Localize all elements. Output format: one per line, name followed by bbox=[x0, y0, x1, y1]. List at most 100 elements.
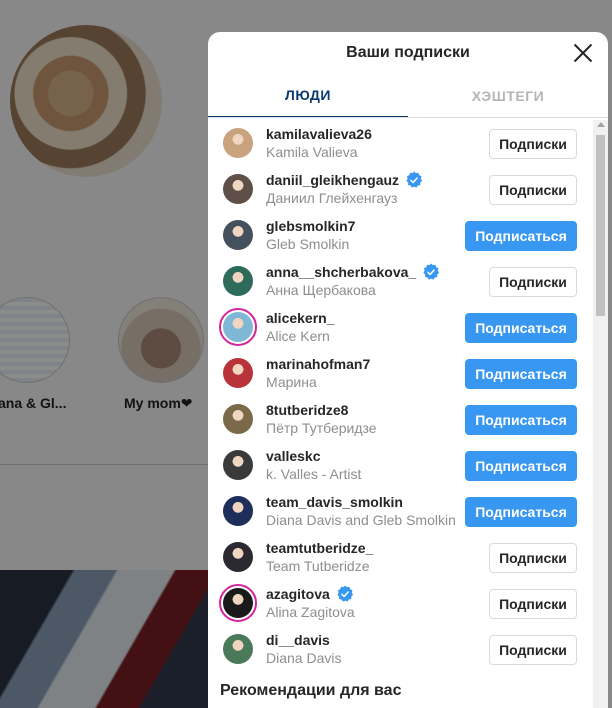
username-line: team_davis_smolkin bbox=[266, 493, 456, 511]
full-name: Анна Щербакова bbox=[266, 282, 376, 298]
modal-title: Ваши подписки bbox=[346, 44, 470, 61]
scrollbar-thumb[interactable] bbox=[596, 135, 605, 316]
full-name: k. Valles - Artist bbox=[266, 466, 362, 482]
avatar[interactable] bbox=[219, 308, 257, 346]
follow-button[interactable]: Подписаться bbox=[465, 451, 577, 481]
follow-button[interactable]: Подписаться bbox=[465, 497, 577, 527]
user-row[interactable]: azagitova Alina Zagitova Подписки bbox=[208, 580, 594, 626]
user-info: team_davis_smolkin Diana Davis and Gleb S… bbox=[266, 493, 456, 529]
full-name: Alina Zagitova bbox=[266, 604, 355, 620]
follow-button[interactable]: Подписаться bbox=[465, 405, 577, 435]
username[interactable]: marinahofman7 bbox=[266, 355, 370, 373]
story-highlight-2[interactable] bbox=[118, 297, 204, 383]
username[interactable]: anna__shcherbakova_ bbox=[266, 263, 416, 281]
username[interactable]: 8tutberidze8 bbox=[266, 401, 348, 419]
follow-button[interactable]: Подписаться bbox=[465, 313, 577, 343]
user-row[interactable]: alicekern_ Alice Kern Подписаться bbox=[208, 304, 594, 350]
verified-badge-icon bbox=[405, 171, 423, 189]
user-row[interactable]: glebsmolkin7 Gleb Smolkin Подписаться bbox=[208, 212, 594, 258]
following-list: kamilavalieva26 Kamila Valieva Подписки dan… bbox=[208, 120, 594, 672]
username[interactable]: di__davis bbox=[266, 631, 330, 649]
avatar[interactable] bbox=[223, 220, 253, 250]
full-name: Пётр Тутберидзе bbox=[266, 420, 377, 436]
post-thumbnail[interactable] bbox=[0, 570, 210, 708]
recommendations-title: Рекомендации для вас bbox=[220, 682, 402, 699]
username[interactable]: valleskc bbox=[266, 447, 321, 465]
avatar[interactable] bbox=[223, 128, 253, 158]
following-button[interactable]: Подписки bbox=[489, 589, 577, 619]
avatar[interactable] bbox=[223, 634, 253, 664]
story-highlight-1[interactable] bbox=[0, 297, 70, 383]
following-modal: Ваши подписки ЛЮДИ ХЭШТЕГИ kamilavalieva… bbox=[208, 32, 608, 708]
user-info: marinahofman7 Марина bbox=[266, 355, 370, 391]
user-info: alicekern_ Alice Kern bbox=[266, 309, 335, 345]
username-line: marinahofman7 bbox=[266, 355, 370, 373]
username-line: anna__shcherbakova_ bbox=[266, 263, 440, 281]
avatar[interactable] bbox=[223, 266, 253, 296]
username[interactable]: glebsmolkin7 bbox=[266, 217, 355, 235]
full-name: Даниил Глейхенгауз bbox=[266, 190, 398, 206]
username-line: teamtutberidze_ bbox=[266, 539, 373, 557]
tab-bar: ЛЮДИ ХЭШТЕГИ bbox=[208, 74, 608, 118]
avatar[interactable] bbox=[223, 404, 253, 434]
story-highlight-1-label: ana & Gl... bbox=[0, 395, 67, 411]
user-row[interactable]: daniil_gleikhengauz Даниил Глейхенгауз Под… bbox=[208, 166, 594, 212]
username[interactable]: alicekern_ bbox=[266, 309, 335, 327]
username[interactable]: daniil_gleikhengauz bbox=[266, 171, 399, 189]
user-row[interactable]: 8tutberidze8 Пётр Тутберидзе Подписаться bbox=[208, 396, 594, 442]
tab-people[interactable]: ЛЮДИ bbox=[208, 74, 408, 117]
user-info: azagitova Alina Zagitova bbox=[266, 585, 355, 621]
following-button[interactable]: Подписки bbox=[489, 543, 577, 573]
user-row[interactable]: anna__shcherbakova_ Анна Щербакова Подписк… bbox=[208, 258, 594, 304]
following-button[interactable]: Подписки bbox=[489, 129, 577, 159]
full-name: Gleb Smolkin bbox=[266, 236, 350, 252]
username-line: glebsmolkin7 bbox=[266, 217, 355, 235]
user-row[interactable]: marinahofman7 Марина Подписаться bbox=[208, 350, 594, 396]
user-info: teamtutberidze_ Team Tutberidze bbox=[266, 539, 373, 575]
username[interactable]: kamilavalieva26 bbox=[266, 125, 372, 143]
user-info: di__davis Diana Davis bbox=[266, 631, 341, 667]
avatar[interactable] bbox=[223, 496, 253, 526]
user-row[interactable]: di__davis Diana Davis Подписки bbox=[208, 626, 594, 672]
scrollbar[interactable] bbox=[593, 120, 608, 708]
full-name: Diana Davis bbox=[266, 650, 342, 666]
following-button[interactable]: Подписки bbox=[489, 267, 577, 297]
user-row[interactable]: teamtutberidze_ Team Tutberidze Подписки bbox=[208, 534, 594, 580]
user-info: anna__shcherbakova_ Анна Щербакова bbox=[266, 263, 440, 299]
username-line: 8tutberidze8 bbox=[266, 401, 377, 419]
avatar[interactable] bbox=[223, 174, 253, 204]
profile-avatar bbox=[10, 25, 162, 177]
username-line: alicekern_ bbox=[266, 309, 335, 327]
avatar[interactable] bbox=[219, 584, 257, 622]
full-name: Марина bbox=[266, 374, 317, 390]
user-row[interactable]: team_davis_smolkin Diana Davis and Gleb S… bbox=[208, 488, 594, 534]
username-line: valleskc bbox=[266, 447, 361, 465]
follow-button[interactable]: Подписаться bbox=[465, 221, 577, 251]
user-row[interactable]: valleskc k. Valles - Artist Подписаться bbox=[208, 442, 594, 488]
avatar[interactable] bbox=[223, 450, 253, 480]
following-button[interactable]: Подписки bbox=[489, 175, 577, 205]
avatar[interactable] bbox=[223, 542, 253, 572]
username[interactable]: azagitova bbox=[266, 585, 330, 603]
close-icon[interactable] bbox=[570, 40, 596, 66]
user-row[interactable]: kamilavalieva26 Kamila Valieva Подписки bbox=[208, 120, 594, 166]
verified-badge-icon bbox=[422, 263, 440, 281]
user-info: glebsmolkin7 Gleb Smolkin bbox=[266, 217, 355, 253]
avatar[interactable] bbox=[223, 358, 253, 388]
scroll-up-arrow-icon[interactable] bbox=[597, 122, 605, 127]
tab-hashtags[interactable]: ХЭШТЕГИ bbox=[408, 74, 608, 117]
following-button[interactable]: Подписки bbox=[489, 635, 577, 665]
full-name: Diana Davis and Gleb Smolkin bbox=[266, 512, 456, 528]
user-info: kamilavalieva26 Kamila Valieva bbox=[266, 125, 372, 161]
full-name: Team Tutberidze bbox=[266, 558, 370, 574]
follow-button[interactable]: Подписаться bbox=[465, 359, 577, 389]
username-line: kamilavalieva26 bbox=[266, 125, 372, 143]
username[interactable]: teamtutberidze_ bbox=[266, 539, 373, 557]
user-info: daniil_gleikhengauz Даниил Глейхенгауз bbox=[266, 171, 423, 207]
username-line: azagitova bbox=[266, 585, 355, 603]
user-info: valleskc k. Valles - Artist bbox=[266, 447, 361, 483]
divider bbox=[0, 464, 210, 465]
username[interactable]: team_davis_smolkin bbox=[266, 493, 403, 511]
full-name: Alice Kern bbox=[266, 328, 330, 344]
username-line: daniil_gleikhengauz bbox=[266, 171, 423, 189]
